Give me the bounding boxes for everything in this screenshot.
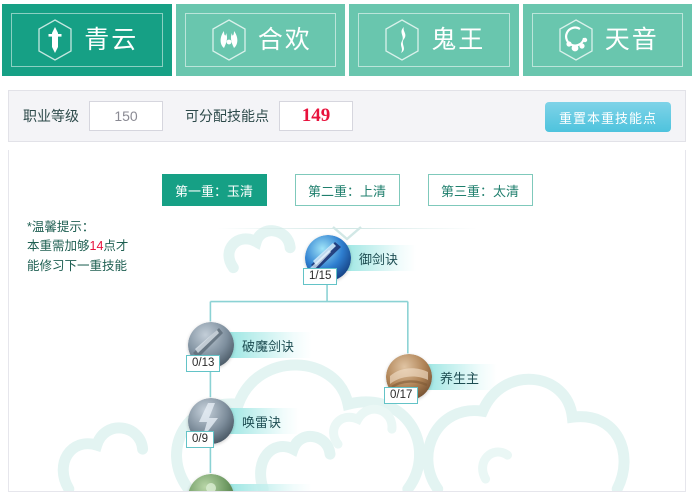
skill-node-yangshengzhu[interactable]: 养生主 0/17: [384, 354, 498, 404]
tip-text: *温馨提示： 本重需加够14点才 能修习下一重技能: [27, 218, 157, 276]
skill-icon-wuqichaoyuan: [188, 474, 234, 491]
skill-points-label: 可分配技能点: [185, 108, 269, 124]
tip-line-2-pre: 本重需加够: [27, 239, 90, 254]
job-level-field[interactable]: 150: [89, 101, 163, 131]
skill-node-wuqichaoyuan[interactable]: 五气朝元 0/16: [188, 474, 313, 491]
skill-node-huanleijue[interactable]: 唤雷诀 0/9: [186, 398, 300, 448]
tip-line-1: *温馨提示：: [27, 220, 95, 234]
flame-hexagon-icon: [212, 19, 246, 61]
skill-node-pomojianjue[interactable]: 破魔剑诀 0/13: [186, 322, 313, 372]
skill-panel: 第一重：玉清 第二重：上清 第三重：太清 *温馨提示： 本重需加够14点才 能修…: [8, 150, 686, 492]
skill-count-huanleijue: 0/9: [186, 431, 214, 448]
chevron-down-icon: [332, 226, 362, 241]
reset-skill-points-button[interactable]: 重置本重技能点: [544, 102, 671, 132]
class-tab-inner: 鬼王: [358, 13, 510, 67]
spirit-hexagon-icon: [385, 19, 419, 61]
job-level-value: 150: [114, 108, 138, 124]
class-tab-label: 合欢: [257, 25, 312, 54]
tier-tab-bar: 第一重：玉清 第二重：上清 第三重：太清: [9, 174, 685, 206]
class-tab-inner: 青云: [11, 13, 163, 67]
class-tab-inner: 天音: [531, 13, 683, 67]
tip-line-2-post: 点才: [103, 239, 129, 254]
class-tab-tianyin[interactable]: 天音: [522, 4, 692, 76]
class-tab-hehuan[interactable]: 合欢: [175, 4, 345, 76]
sword-hexagon-icon: [38, 19, 72, 61]
tier-tab-1[interactable]: 第一重：玉清: [161, 174, 267, 206]
class-tab-qingyun[interactable]: 青云: [2, 4, 172, 76]
beads-hexagon-icon: [559, 19, 593, 61]
skill-label-wuqichaoyuan: 五气朝元: [220, 484, 313, 491]
info-bar: 职业等级 150 可分配技能点 149 重置本重技能点: [8, 90, 686, 142]
skill-points-value: 149: [301, 105, 331, 126]
class-tab-label: 鬼王: [431, 25, 486, 54]
class-tab-label: 天音: [604, 25, 659, 54]
tip-required-points: 14: [89, 239, 104, 254]
skill-count-yujianjue: 1/15: [303, 268, 338, 285]
skill-points-field[interactable]: 149: [279, 101, 353, 131]
tip-line-3: 能修习下一重技能: [27, 258, 128, 273]
class-tab-bar: 青云 合欢 鬼王 天音: [0, 0, 694, 78]
tier-tab-2[interactable]: 第二重：上清: [294, 174, 400, 206]
tier-tab-3[interactable]: 第三重：太清: [427, 174, 533, 206]
skill-count-yangshengzhu: 0/17: [384, 387, 419, 404]
skill-count-pomojianjue: 0/13: [186, 355, 221, 372]
class-tab-guiwang[interactable]: 鬼王: [349, 4, 519, 76]
class-tab-label: 青云: [84, 25, 139, 54]
job-level-label: 职业等级: [23, 108, 79, 124]
tip-line-2: 本重需加够14点才: [27, 237, 157, 256]
class-tab-inner: 合欢: [184, 13, 336, 67]
